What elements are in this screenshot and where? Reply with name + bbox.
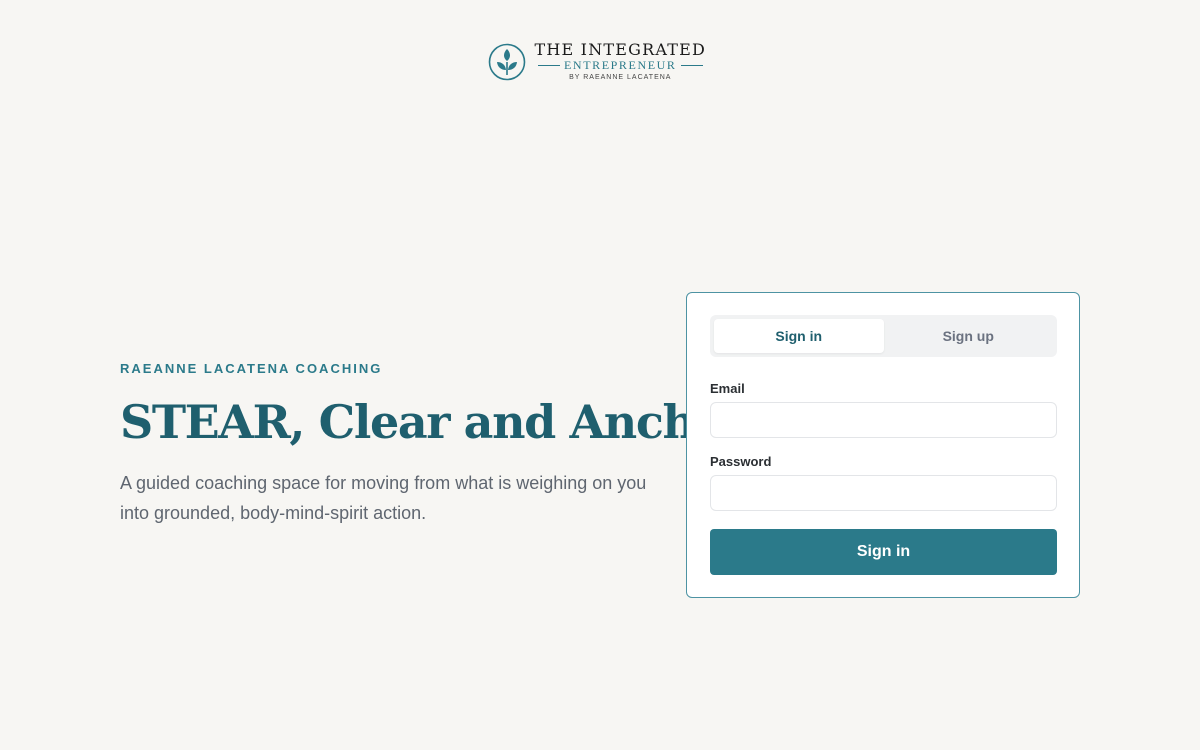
eyebrow-label: RAEANNE LACATENA COACHING <box>120 361 383 376</box>
password-field[interactable] <box>710 475 1057 511</box>
logo-title: THE INTEGRATED <box>534 40 707 59</box>
email-label: Email <box>710 381 745 396</box>
leaf-sprout-icon <box>488 43 526 80</box>
sign-in-button[interactable]: Sign in <box>710 529 1057 575</box>
password-label: Password <box>710 454 772 469</box>
logo-subtitle: ENTREPRENEUR <box>534 59 707 72</box>
logo-rule-left <box>538 65 560 66</box>
logo-rule-right <box>680 65 703 66</box>
auth-tabs: Sign in Sign up <box>710 315 1057 357</box>
email-field[interactable] <box>710 402 1057 438</box>
tab-sign-up[interactable]: Sign up <box>884 319 1054 353</box>
login-page: THE INTEGRATED ENTREPRENEUR BY RAEANNE L… <box>0 0 1200 750</box>
page-description: A guided coaching space for moving from … <box>120 473 647 523</box>
auth-card: Sign in Sign up Email Password Sign in <box>686 292 1080 598</box>
page-title: STEAR, Clear and Anchor <box>120 395 748 449</box>
tab-sign-in[interactable]: Sign in <box>714 319 884 353</box>
logo-byline: BY RAEANNE LACATENA <box>569 74 672 81</box>
brand-logo[interactable]: THE INTEGRATED ENTREPRENEUR BY RAEANNE L… <box>488 41 707 82</box>
logo-wordmark: THE INTEGRATED ENTREPRENEUR BY RAEANNE L… <box>534 41 707 82</box>
logo-subtitle-text: ENTREPRENEUR <box>564 58 677 72</box>
